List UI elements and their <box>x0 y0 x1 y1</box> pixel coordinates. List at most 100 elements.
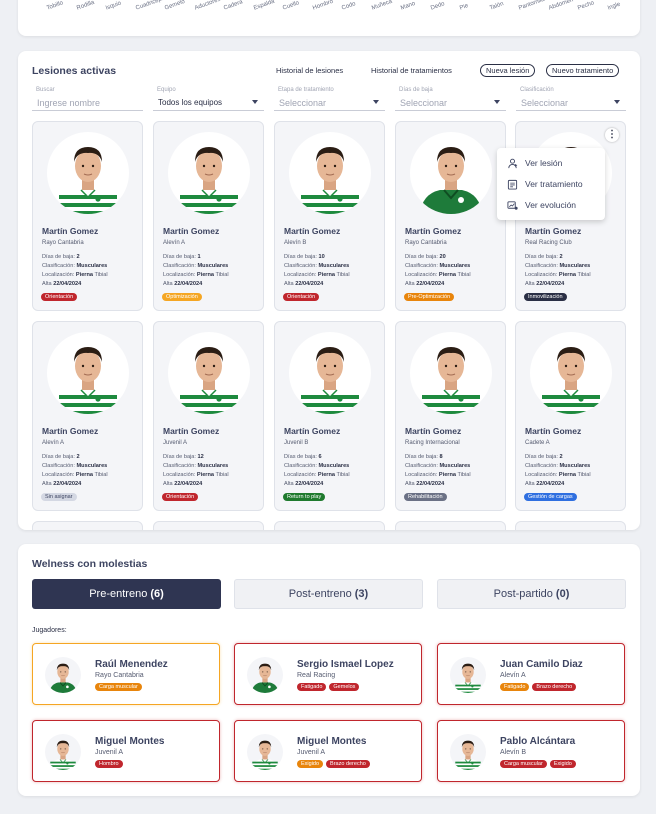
player-name: Martín Gomez <box>284 226 341 236</box>
days-off-line: Días de baja: 20 <box>405 254 446 260</box>
classification-value: Musculares <box>559 463 591 469</box>
player-team: Alevín A <box>500 672 526 679</box>
player-card[interactable]: Martín Gomez Juvenil B Días de baja: 6 Clas… <box>274 321 385 511</box>
tab-post-partido[interactable]: Post-partido (0) <box>437 579 626 609</box>
chart-x-tick-label: Codo <box>341 1 357 12</box>
team-select[interactable]: Equipo Todos los equipos <box>153 87 264 111</box>
player-card[interactable]: Martín Gomez Rayo Cantabria Días de baja: … <box>32 121 143 311</box>
discharge-line: Alta 22/04/2024 <box>405 281 444 287</box>
classification-label: Clasificación: <box>42 263 77 269</box>
wellness-player-card[interactable]: Raúl Menendez Rayo Cantabria Carga muscula… <box>32 643 220 705</box>
player-card[interactable]: Martín Gomez Alevín A Días de baja: 2 Clasi… <box>32 321 143 511</box>
classification-value: Musculares <box>439 463 471 469</box>
player-avatar <box>530 332 612 414</box>
location-line: Localización: Pierna Tibial <box>525 272 591 278</box>
player-card[interactable] <box>274 521 385 530</box>
symptom-badge: Exigido <box>297 760 324 768</box>
menu-item-ver-lesion[interactable]: Ver lesión <box>507 155 562 171</box>
treatment-stage-select[interactable]: Etapa de tratamiento Seleccionar <box>274 87 385 111</box>
days-off-select[interactable]: Días de baja Seleccionar <box>395 87 506 111</box>
player-avatar <box>410 332 492 414</box>
location-rest: Tibial <box>335 472 350 478</box>
classification-select[interactable]: Clasificación Seleccionar <box>516 87 626 111</box>
menu-item-ver-tratamiento[interactable]: Ver tratamiento <box>507 176 583 192</box>
player-card[interactable] <box>515 521 626 530</box>
chart-x-tick-label: Abdomen <box>547 0 574 12</box>
days-off-label: Días de baja: <box>525 254 560 260</box>
menu-item-ver-evolucion[interactable]: Ver evolución <box>507 197 576 213</box>
player-card[interactable]: Martín Gomez Racing Internacional Días de … <box>395 321 506 511</box>
discharge-line: Alta 22/04/2024 <box>405 481 444 487</box>
player-card[interactable]: Martín Gomez Juvenil A Días de baja: 12 Cla… <box>153 321 264 511</box>
treatment-history-link[interactable]: Historial de tratamientos <box>371 66 452 75</box>
discharge-label: Alta <box>525 481 537 487</box>
player-card[interactable]: Martín Gomez Alevín A Días de baja: 1 Clasi… <box>153 121 264 311</box>
location-line: Localización: Pierna Tibial <box>405 272 471 278</box>
discharge-line: Alta 22/04/2024 <box>525 281 564 287</box>
new-treatment-button[interactable]: Nuevo tratamiento <box>546 64 620 77</box>
symptom-badges: Fatigado Brazo derecho <box>500 683 577 691</box>
discharge-line: Alta 22/04/2024 <box>42 281 81 287</box>
player-card[interactable]: Martín Gomez Cadete A Días de baja: 2 Clasi… <box>515 321 626 511</box>
location-strong: Pierna <box>558 472 577 478</box>
treatment-stage-label: Etapa de tratamiento <box>276 87 336 93</box>
player-card[interactable] <box>153 521 264 530</box>
classification-label: Clasificación: <box>405 463 440 469</box>
player-avatar <box>168 332 250 414</box>
location-label: Localización: <box>525 472 559 478</box>
wellness-player-card[interactable]: Miguel Montes Juvenil A Exigido Brazo derec… <box>234 720 422 782</box>
wellness-player-card[interactable]: Juan Camilo Diaz Alevín A Fatigado Brazo de… <box>437 643 625 705</box>
player-card[interactable] <box>32 521 143 530</box>
location-rest: Tibial <box>456 472 471 478</box>
player-card[interactable]: Martín Gomez Rayo Cantabria Días de baja: … <box>395 121 506 311</box>
new-injury-button[interactable]: Nueva lesión <box>480 64 536 77</box>
tab-post-entreno[interactable]: Post-entreno (3) <box>234 579 423 609</box>
team-select-value: Todos los equipos <box>158 98 223 107</box>
location-label: Localización: <box>163 472 197 478</box>
stage-badge: Orientación <box>41 293 78 301</box>
wellness-player-card[interactable]: Pablo Alcántara Alevín B Carga muscular Exi… <box>437 720 625 782</box>
days-off-line: Días de baja: 10 <box>284 254 325 260</box>
clipboard-icon <box>507 179 518 190</box>
days-off-line: Días de baja: 12 <box>163 454 204 460</box>
player-team: Juvenil B <box>284 440 309 446</box>
menu-item-label: Ver lesión <box>525 158 563 168</box>
wellness-player-card[interactable]: Miguel Montes Juvenil A Hombro <box>32 720 220 782</box>
symptom-badges: Exigido Brazo derecho <box>297 760 370 768</box>
player-team: Juvenil A <box>163 440 188 446</box>
classification-value: Musculares <box>76 463 108 469</box>
days-off-line: Días de baja: 8 <box>405 454 443 460</box>
location-strong: Pierna <box>196 272 215 278</box>
classification-value: Musculares <box>318 463 350 469</box>
treatment-stage-value: Seleccionar <box>279 98 327 108</box>
tab-label: Pre-entreno <box>89 588 148 600</box>
search-label: Buscar <box>34 87 57 93</box>
player-team: Rayo Cantabria <box>95 672 144 679</box>
player-team: Real Racing <box>297 672 336 679</box>
section-title: Lesiones activas <box>32 65 117 77</box>
player-name: Martín Gomez <box>163 226 220 236</box>
discharge-label: Alta <box>405 481 417 487</box>
stage-badge: Gestión de cargas <box>524 493 577 501</box>
discharge-date: 22/04/2024 <box>53 481 82 487</box>
classification-value: Musculares <box>197 263 229 269</box>
player-card[interactable]: Martín Gomez Alevín B Días de baja: 10 Clas… <box>274 121 385 311</box>
injury-history-link[interactable]: Historial de lesiones <box>276 66 343 75</box>
days-off-label: Días de baja: <box>42 454 77 460</box>
player-team: Rayo Cantabria <box>405 240 447 246</box>
location-rest: Tibial <box>214 472 229 478</box>
location-label: Localización: <box>405 272 439 278</box>
days-off-value: 1 <box>197 254 201 260</box>
discharge-date: 22/04/2024 <box>53 281 82 287</box>
more-options-icon[interactable]: ⋮ <box>605 128 619 142</box>
symptom-badge: Exigido <box>549 760 576 768</box>
symptom-badge: Brazo derecho <box>326 760 370 768</box>
wellness-player-card[interactable]: Sergio Ismael Lopez Real Racing Fatigado Ge… <box>234 643 422 705</box>
location-strong: Pierna <box>317 472 336 478</box>
chevron-down-icon <box>614 100 620 104</box>
symptom-badge: Fatigado <box>297 683 327 691</box>
tab-pre-entreno[interactable]: Pre-entreno (6) <box>32 579 221 609</box>
player-card[interactable] <box>395 521 506 530</box>
search-input[interactable]: Buscar Ingrese nombre <box>32 87 143 111</box>
days-off-value: 20 <box>439 254 446 260</box>
